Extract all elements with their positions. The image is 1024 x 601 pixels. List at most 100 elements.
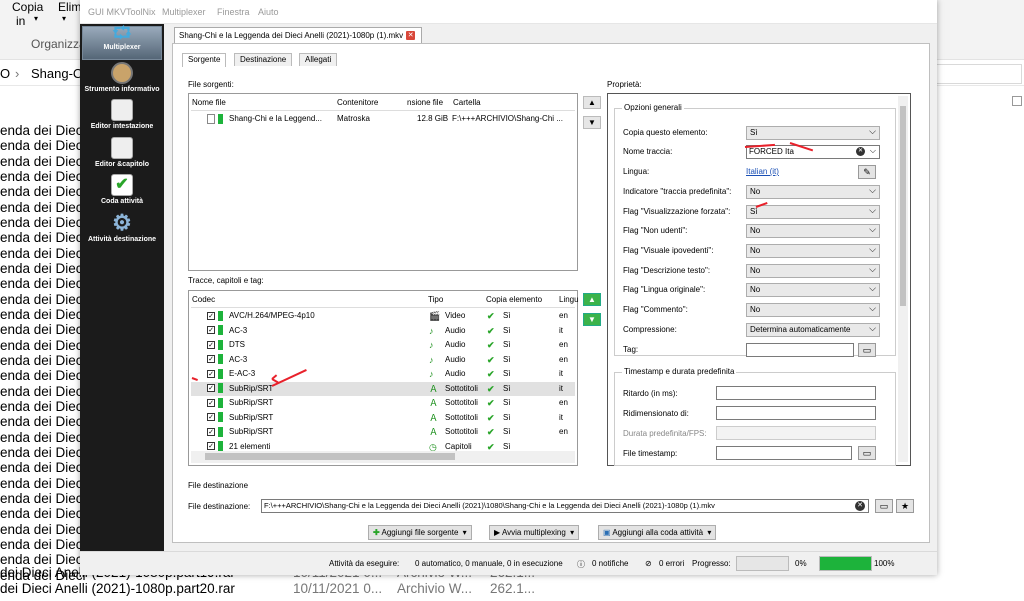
property-dropdown[interactable]: Sì (746, 125, 880, 140)
checkbox[interactable]: ✓ (207, 413, 215, 422)
sidebar-item-header-editor[interactable]: Editor intestazione (82, 99, 162, 130)
tab-source[interactable]: Sorgente (182, 53, 227, 67)
column-header[interactable]: Cartella (453, 98, 481, 107)
menu-window[interactable]: Finestra (217, 7, 250, 17)
property-dropdown[interactable]: No (746, 263, 880, 278)
start-multiplexing-button[interactable]: ▶ Avvia multiplexing ▾ (489, 525, 580, 540)
chevron-down-icon[interactable]: ▾ (707, 528, 711, 537)
property-dropdown[interactable]: No (746, 282, 880, 297)
table-row[interactable]: ✓ SubRip/SRT Ａ Sottotitoli ✔ Sì it (191, 381, 575, 396)
checkbox[interactable]: ✓ (207, 326, 215, 335)
list-item[interactable]: enda dei Dieci (0, 276, 86, 291)
list-item[interactable]: enda dei Dieci (0, 414, 86, 429)
list-item[interactable]: enda dei Dieci (0, 261, 86, 276)
column-header[interactable]: Lingu (559, 295, 579, 304)
tab-attachments[interactable]: Allegati (299, 53, 338, 66)
search-box[interactable] (936, 64, 1022, 84)
track-up-button[interactable]: ▲ (583, 293, 601, 306)
list-item[interactable]: enda dei Dieci (0, 230, 86, 245)
tab-current-file[interactable]: Shang-Chi e la Leggenda dei Dieci Anelli… (174, 27, 423, 43)
delay-input[interactable] (716, 386, 876, 400)
list-item[interactable]: enda dei Dieci (0, 338, 86, 353)
list-item[interactable]: enda dei Dieci (0, 522, 86, 537)
list-item[interactable]: enda dei Dieci (0, 506, 86, 521)
list-item[interactable]: enda dei Dieci (0, 430, 86, 445)
list-item[interactable]: enda dei Dieci (0, 537, 86, 552)
vertical-scrollbar[interactable] (898, 96, 908, 462)
chevron-down-icon[interactable]: ⌵ (870, 145, 876, 157)
list-item[interactable]: enda dei Dieci (0, 476, 86, 491)
default-duration-select[interactable] (716, 426, 876, 440)
sidebar-item-multiplexer[interactable]: ⮔ Multiplexer (82, 26, 162, 52)
list-item[interactable]: enda dei Dieci (0, 399, 86, 414)
recent-folders-icon[interactable]: ★ (896, 499, 914, 513)
list-item[interactable]: enda dei Dieci (0, 184, 86, 199)
chevron-down-icon[interactable]: ▾ (62, 14, 66, 23)
property-dropdown[interactable]: Determina automaticamente (746, 322, 880, 337)
tracks-list[interactable]: Codec Tipo Copia elemento Lingu ✓ AVC/H.2… (188, 290, 579, 466)
list-item[interactable]: enda dei Dieci (0, 138, 86, 153)
list-item[interactable]: enda dei Dieci (0, 491, 86, 506)
checkbox[interactable]: ✓ (207, 384, 215, 393)
list-item[interactable]: enda dei Dieci (0, 445, 86, 460)
column-header[interactable]: Contenitore (337, 98, 378, 107)
checkbox[interactable] (1012, 96, 1022, 106)
clear-icon[interactable]: ✕ (856, 147, 865, 156)
list-item[interactable]: enda dei Dieci (0, 292, 86, 307)
sidebar-item-info[interactable]: Strumento informativo (82, 62, 162, 93)
checkbox[interactable]: ✓ (207, 442, 215, 451)
language-link[interactable]: Italian (it) (746, 167, 779, 176)
copy-in-label[interactable]: in (16, 14, 25, 28)
sidebar-item-job-output[interactable]: ⚙ Attività destinazione (82, 212, 162, 244)
menu-help[interactable]: Aiuto (258, 7, 279, 17)
checkbox[interactable]: ✓ (207, 369, 215, 378)
property-dropdown[interactable]: No (746, 243, 880, 258)
tags-input[interactable] (746, 343, 854, 357)
sidebar-item-chapter-editor[interactable]: Editor &capitolo (82, 137, 162, 168)
tab-destination[interactable]: Destinazione (234, 53, 293, 66)
list-item[interactable]: enda dei Dieci (0, 353, 86, 368)
list-item[interactable]: enda dei Dieci (0, 322, 86, 337)
add-to-queue-button[interactable]: ▣ Aggiungi alla coda attività ▾ (598, 525, 717, 540)
save-as-icon[interactable]: ▭ (875, 499, 893, 513)
timestamp-file-input[interactable] (716, 446, 852, 460)
column-header[interactable]: Codec (192, 295, 215, 304)
table-row[interactable]: Shang-Chi e la Leggend... Matroska 12.8 … (191, 112, 575, 126)
column-header[interactable]: Tipo (428, 295, 443, 304)
table-row[interactable]: ✓ SubRip/SRT Ａ Sottotitoli ✔ Sì it (191, 411, 575, 425)
browse-icon[interactable]: ▭ (858, 446, 876, 460)
add-source-files-button[interactable]: ✚ Aggiungi file sorgente ▾ (368, 525, 472, 540)
list-item[interactable]: enda dei Dieci (0, 384, 86, 399)
table-row[interactable]: ✓ DTS ♪ Audio ✔ Sì en (191, 338, 575, 352)
checkbox[interactable]: ✓ (207, 427, 215, 436)
checkbox[interactable]: ✓ (207, 311, 215, 320)
move-down-button[interactable]: ▼ (583, 116, 601, 129)
list-item[interactable]: dei Dieci Anelli (2021)-1080p.part20.rar (0, 581, 235, 596)
property-dropdown[interactable]: No (746, 223, 880, 238)
table-row[interactable]: ✓ AC-3 ♪ Audio ✔ Sì it (191, 324, 575, 338)
checkbox[interactable]: ✓ (207, 340, 215, 349)
chevron-down-icon[interactable]: ▾ (34, 14, 38, 23)
property-dropdown[interactable]: Sì (746, 204, 880, 219)
horizontal-scrollbar[interactable] (191, 451, 575, 463)
column-header[interactable]: Copia elemento (486, 295, 542, 304)
list-item[interactable]: enda dei Dieci (0, 215, 86, 230)
stretch-input[interactable] (716, 406, 876, 420)
column-header[interactable]: nsione file (407, 98, 443, 107)
table-row[interactable]: ✓ AVC/H.264/MPEG-4p10 🎬 Video ✔ Sì en (191, 309, 575, 323)
list-item[interactable]: enda dei Dieci (0, 246, 86, 261)
table-row[interactable]: ✓ E-AC-3 ♪ Audio ✔ Sì it (191, 367, 575, 381)
edit-language-icon[interactable]: ✎ (858, 165, 876, 179)
sidebar-item-queue[interactable]: ✔ Coda attività (82, 174, 162, 205)
property-dropdown[interactable]: No (746, 302, 880, 317)
table-row[interactable]: ✓ AC-3 ♪ Audio ✔ Sì en (191, 353, 575, 367)
close-icon[interactable]: ✕ (406, 31, 416, 41)
chevron-down-icon[interactable]: ▾ (570, 528, 574, 537)
list-item[interactable]: enda dei Dieci (0, 307, 86, 322)
track-down-button[interactable]: ▼ (583, 313, 601, 326)
checkbox[interactable]: ✓ (207, 398, 215, 407)
property-dropdown[interactable]: No (746, 184, 880, 199)
checkbox[interactable]: ✓ (207, 355, 215, 364)
menu-gui[interactable]: GUI MKVToolNix (88, 7, 156, 17)
copy-button[interactable]: Copia (12, 0, 43, 14)
